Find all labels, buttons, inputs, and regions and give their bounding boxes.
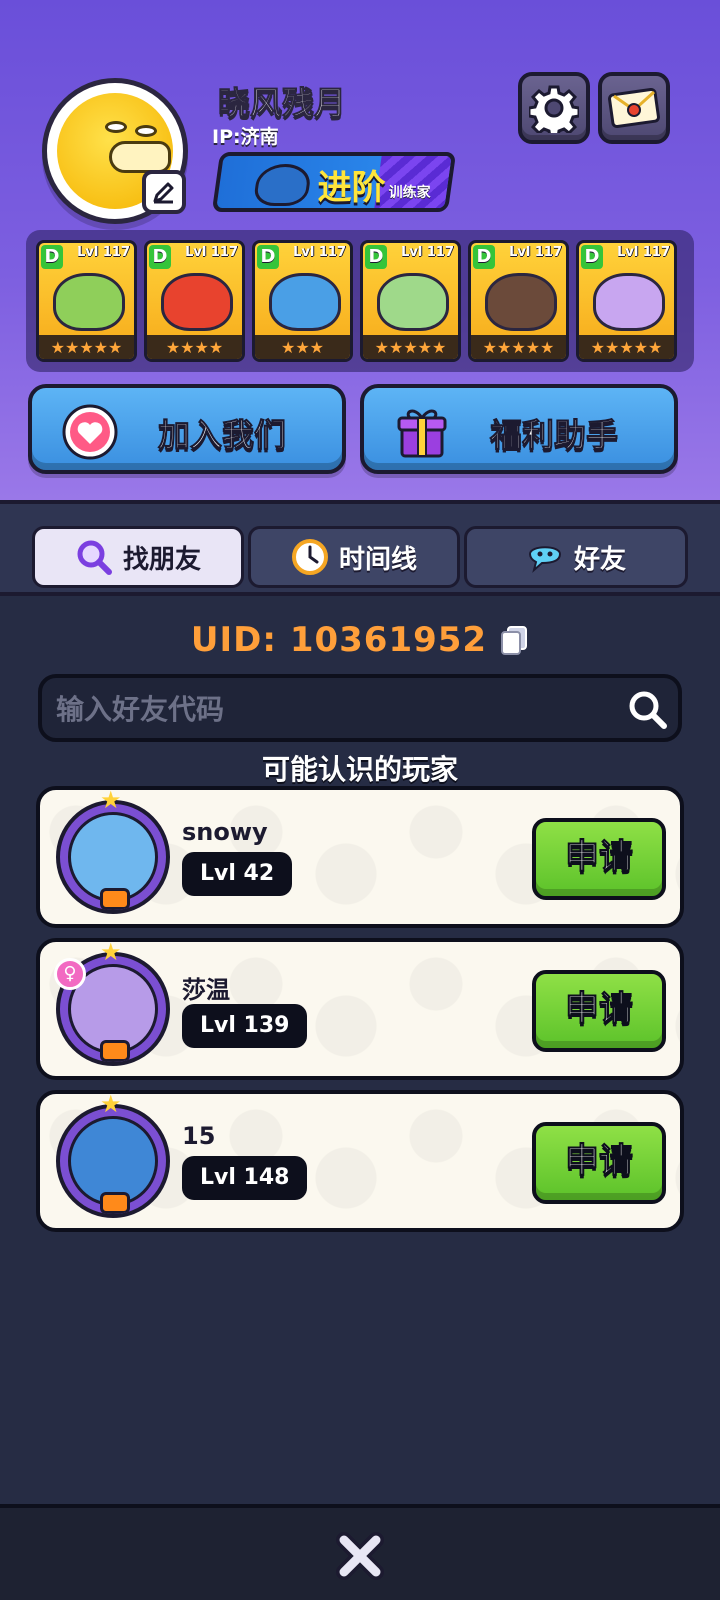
friend-code-input[interactable] bbox=[56, 684, 616, 734]
apply-friend-button[interactable]: 申请 bbox=[532, 818, 666, 900]
join-us-button[interactable]: 加入我们 bbox=[28, 384, 346, 474]
pet-level: Lvl 117 bbox=[401, 245, 454, 260]
pet-grade: D bbox=[473, 245, 495, 269]
pet-image bbox=[377, 273, 449, 331]
heart-icon bbox=[62, 404, 118, 460]
medal-icon bbox=[100, 1040, 130, 1062]
star-icon: ★ bbox=[100, 786, 122, 814]
pet-stars: ★★★★ bbox=[147, 335, 242, 359]
settings-button[interactable] bbox=[518, 72, 590, 144]
magnifier-icon bbox=[77, 540, 112, 575]
friend-tabs: 找朋友 时间线 好友 bbox=[0, 500, 720, 596]
pet-card[interactable]: D Lvl 117 ★★★★★ bbox=[468, 240, 569, 362]
player-list-item: ★ 15 Lvl 148 申请 bbox=[36, 1090, 684, 1232]
pet-grade: D bbox=[41, 245, 63, 269]
player-ip-location: IP:济南 bbox=[212, 126, 279, 148]
join-us-label: 加入我们 bbox=[157, 416, 287, 455]
pet-card[interactable]: D Lvl 117 ★★★★ bbox=[144, 240, 245, 362]
pet-grade: D bbox=[149, 245, 171, 269]
pet-stars: ★★★★★ bbox=[363, 335, 458, 359]
clock-icon bbox=[291, 539, 328, 575]
pet-level: Lvl 117 bbox=[293, 245, 346, 260]
avatar-eye bbox=[135, 125, 157, 137]
team-lineup: D Lvl 117 ★★★★★ D Lvl 117 ★★★★ D Lvl 117… bbox=[26, 230, 694, 372]
pet-card[interactable]: D Lvl 117 ★★★★★ bbox=[576, 240, 677, 362]
tab-friends[interactable]: 好友 bbox=[464, 526, 688, 588]
tab-label: 好友 bbox=[573, 544, 626, 575]
pet-card[interactable]: D Lvl 117 ★★★★★ bbox=[360, 240, 461, 362]
medal-icon bbox=[100, 888, 130, 910]
friend-code-search bbox=[38, 674, 682, 742]
close-icon[interactable] bbox=[334, 1530, 386, 1582]
player-name: 莎温 bbox=[182, 976, 230, 1004]
pet-stars: ★★★★★ bbox=[39, 335, 134, 359]
player-list-item: ★ snowy Lvl 42 申请 bbox=[36, 786, 684, 928]
pet-grade: D bbox=[581, 245, 603, 269]
pet-stars: ★★★★★ bbox=[471, 335, 566, 359]
rank-sub-label: 训练家 bbox=[388, 185, 431, 201]
pet-grade: D bbox=[257, 245, 279, 269]
rank-main-label: 进阶 bbox=[317, 168, 386, 208]
tab-find-friends[interactable]: 找朋友 bbox=[32, 526, 244, 588]
player-list-item: ★ ♀ 莎温 Lvl 139 申请 bbox=[36, 938, 684, 1080]
apply-friend-button[interactable]: 申请 bbox=[532, 970, 666, 1052]
pet-level: Lvl 117 bbox=[77, 245, 130, 260]
pet-card[interactable]: D Lvl 117 ★★★ bbox=[252, 240, 353, 362]
mail-icon bbox=[608, 87, 660, 129]
player-avatar[interactable] bbox=[56, 1104, 170, 1218]
player-level: Lvl 139 bbox=[182, 1004, 308, 1048]
star-icon: ★ bbox=[100, 938, 122, 966]
avatar-beak bbox=[109, 141, 171, 173]
welfare-helper-button[interactable]: 福利助手 bbox=[360, 384, 678, 474]
search-icon[interactable] bbox=[626, 688, 670, 732]
rank-mascot-icon bbox=[252, 164, 313, 206]
player-avatar[interactable] bbox=[56, 800, 170, 914]
player-name: 晓风残月 bbox=[217, 84, 347, 123]
player-level: Lvl 148 bbox=[182, 1156, 308, 1200]
star-icon: ★ bbox=[100, 1090, 122, 1118]
uid-row: UID: 10361952 bbox=[0, 616, 720, 664]
welfare-helper-label: 福利助手 bbox=[489, 416, 619, 455]
player-name: snowy bbox=[182, 818, 268, 846]
player-level: Lvl 42 bbox=[182, 852, 293, 896]
player-name: 15 bbox=[182, 1122, 216, 1150]
pet-image bbox=[269, 273, 341, 331]
pet-level: Lvl 117 bbox=[617, 245, 670, 260]
profile-header: 晓风残月 IP:济南 进阶 训练家 D Lvl 117 ★★★★★ D Lvl … bbox=[0, 0, 720, 500]
pet-card[interactable]: D Lvl 117 ★★★★★ bbox=[36, 240, 137, 362]
medal-icon bbox=[100, 1192, 130, 1214]
avatar-eye bbox=[105, 121, 127, 133]
apply-friend-button[interactable]: 申请 bbox=[532, 1122, 666, 1204]
edit-profile-icon[interactable] bbox=[142, 170, 186, 214]
pet-level: Lvl 117 bbox=[185, 245, 238, 260]
gear-icon bbox=[529, 85, 579, 133]
bottom-bar bbox=[0, 1504, 720, 1600]
tab-label: 时间线 bbox=[338, 544, 417, 575]
female-icon: ♀ bbox=[54, 958, 86, 990]
pet-image bbox=[53, 273, 125, 331]
pet-stars: ★★★ bbox=[255, 335, 350, 359]
trainer-rank-badge[interactable]: 进阶 训练家 bbox=[211, 152, 457, 212]
pet-image bbox=[161, 273, 233, 331]
copy-icon[interactable] bbox=[499, 624, 529, 656]
pet-image bbox=[485, 273, 557, 331]
pet-stars: ★★★★★ bbox=[579, 335, 674, 359]
mail-button[interactable] bbox=[598, 72, 670, 144]
tab-label: 找朋友 bbox=[122, 544, 201, 575]
pet-level: Lvl 117 bbox=[509, 245, 562, 260]
tab-timeline[interactable]: 时间线 bbox=[248, 526, 460, 588]
uid-text: UID: 10361952 bbox=[190, 620, 488, 660]
chat-icon bbox=[528, 546, 561, 573]
pet-image bbox=[593, 273, 665, 331]
gift-icon bbox=[397, 409, 447, 458]
pet-grade: D bbox=[365, 245, 387, 269]
suggested-players-title: 可能认识的玩家 bbox=[261, 753, 458, 786]
